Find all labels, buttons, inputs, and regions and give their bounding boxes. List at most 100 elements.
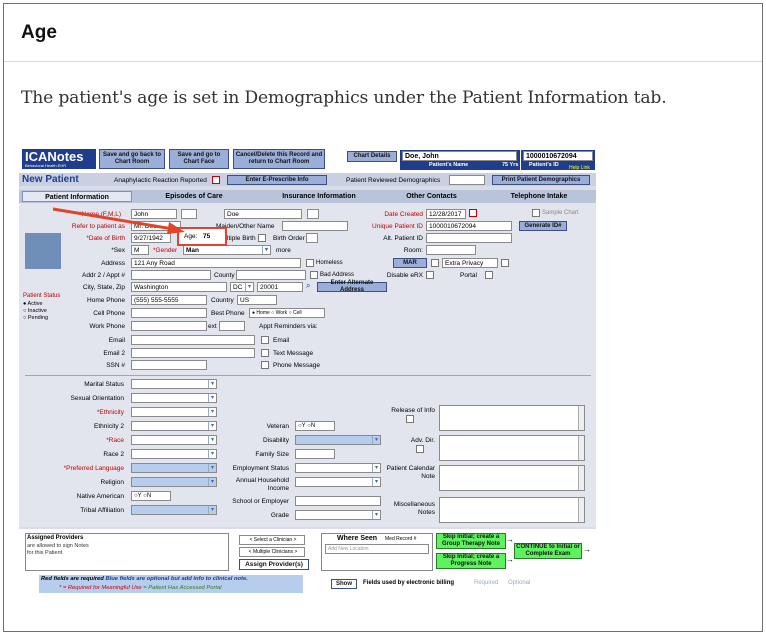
reminder-email-checkbox[interactable] xyxy=(261,336,269,344)
cancel-delete-button[interactable]: Cancel/Delete this Record and return to … xyxy=(233,149,325,169)
status-pending[interactable]: ○ Pending xyxy=(23,315,48,321)
last-name-field[interactable]: Doe xyxy=(224,209,302,219)
city-field[interactable]: Washington xyxy=(131,282,227,292)
skip-progress-note-button[interactable]: Skip Initial; create a Progress Note xyxy=(436,553,506,569)
tab-episodes-of-care[interactable]: Episodes of Care xyxy=(139,191,249,202)
ethnicity2-label: Ethnicity 2 xyxy=(94,423,124,430)
adv-dir-checkbox[interactable] xyxy=(416,445,424,453)
anaphylactic-checkbox[interactable] xyxy=(212,176,220,184)
county-field[interactable] xyxy=(236,270,306,280)
continue-button[interactable]: CONTINUE to Initial or Complete Exam xyxy=(514,543,582,559)
address-field[interactable]: 121 Any Road xyxy=(131,258,301,268)
employment-select[interactable]: ▾ xyxy=(295,463,381,473)
adv-dir-textarea[interactable] xyxy=(439,435,585,461)
maiden-field[interactable] xyxy=(282,221,348,231)
country-field[interactable]: US xyxy=(237,295,277,305)
home-phone-field[interactable]: (555) 555-5555 xyxy=(131,295,207,305)
school-field[interactable] xyxy=(295,496,381,506)
tab-insurance-information[interactable]: Insurance Information xyxy=(259,191,379,202)
language-select[interactable]: ▾ xyxy=(131,463,217,473)
chart-details-button[interactable]: Chart Details xyxy=(347,151,397,162)
tribal-select[interactable]: ▾ xyxy=(131,505,217,515)
ethnicity2-select[interactable]: ▾ xyxy=(131,421,217,431)
religion-select[interactable]: ▾ xyxy=(131,477,217,487)
orientation-label: Sexual Orientation xyxy=(70,395,124,402)
reviewed-field[interactable] xyxy=(449,175,485,185)
disable-erx-checkbox[interactable] xyxy=(426,271,434,279)
release-textarea[interactable] xyxy=(439,405,585,431)
cell-phone-field[interactable] xyxy=(131,308,207,318)
add-location-field[interactable]: Add New Location xyxy=(325,544,429,554)
release-checkbox[interactable] xyxy=(406,415,414,423)
homeless-checkbox[interactable] xyxy=(306,259,314,267)
disability-select[interactable]: ▾ xyxy=(295,435,381,445)
room-field[interactable] xyxy=(426,245,476,255)
show-button[interactable]: Show xyxy=(331,579,357,589)
assign-provider-button[interactable]: Assign Provider(s) xyxy=(239,559,309,570)
best-phone-radio[interactable]: ● Home ○ Work ○ Cell xyxy=(249,308,325,318)
alt-id-field[interactable] xyxy=(426,233,512,243)
birth-order-field[interactable] xyxy=(306,233,318,243)
misc-notes-textarea[interactable] xyxy=(439,497,585,523)
save-back-button[interactable]: Save and go back to Chart Room xyxy=(99,149,165,169)
addr2-field[interactable] xyxy=(131,270,211,280)
race-select[interactable]: ▾ xyxy=(131,435,217,445)
select-clinician[interactable]: < Select a Clinician > xyxy=(239,535,305,545)
scrollbar[interactable] xyxy=(578,498,584,522)
unique-id-field[interactable]: 1000010672094 xyxy=(426,221,512,231)
grade-select[interactable]: ▾ xyxy=(295,510,381,520)
work-phone-field[interactable] xyxy=(131,321,207,331)
multiple-clinicians[interactable]: < Multiple Clinicians > xyxy=(239,547,305,557)
date-created-field[interactable]: 12/28/2017 xyxy=(426,209,466,219)
skip-group-therapy-button[interactable]: Skip Initial; create a Group Therapy Not… xyxy=(436,533,506,549)
portal-checkbox[interactable] xyxy=(485,271,493,279)
zip-field[interactable]: 20001 xyxy=(257,282,303,292)
family-size-field[interactable] xyxy=(295,449,335,459)
suffix-field[interactable] xyxy=(307,209,319,219)
reminder-phone-checkbox[interactable] xyxy=(261,361,269,369)
mar-button[interactable]: MAR xyxy=(393,258,427,268)
marital-select[interactable]: ▾ xyxy=(131,379,217,389)
calendar-note-textarea[interactable] xyxy=(439,465,585,491)
scrollbar[interactable] xyxy=(578,436,584,460)
generate-id-button[interactable]: Generate ID# xyxy=(519,221,567,231)
multiple-birth-checkbox[interactable] xyxy=(258,234,266,242)
extra-privacy-field[interactable]: Extra Privacy xyxy=(442,258,498,268)
sex-field[interactable]: M xyxy=(131,245,149,255)
ethnicity-select[interactable]: ▾ xyxy=(131,407,217,417)
help-link[interactable]: Help Link xyxy=(569,165,590,171)
ext-field[interactable] xyxy=(219,321,245,331)
tab-patient-information[interactable]: Patient Information xyxy=(22,191,132,202)
ssn-field[interactable] xyxy=(131,360,207,370)
form-title: New Patient xyxy=(22,174,79,185)
extra-privacy-checkbox[interactable] xyxy=(501,259,509,267)
eprescribe-button[interactable]: Enter E-Prescribe Info xyxy=(227,175,327,185)
email-field[interactable] xyxy=(131,335,255,345)
ext-label: ext xyxy=(208,323,217,330)
bad-address-checkbox[interactable] xyxy=(310,271,318,279)
alternate-address-button[interactable]: Enter Alternate Address xyxy=(317,280,387,293)
patient-photo[interactable] xyxy=(25,233,61,269)
calendar-icon[interactable] xyxy=(469,209,477,217)
status-active[interactable]: ● Active xyxy=(23,301,43,307)
save-chart-face-button[interactable]: Save and go to Chart Face xyxy=(169,149,229,169)
print-demographics-button[interactable]: Print Patient Demographics xyxy=(492,175,590,185)
state-field[interactable]: DC ▾ xyxy=(230,282,254,292)
scrollbar[interactable] xyxy=(578,406,584,430)
tab-other-contacts[interactable]: Other Contacts xyxy=(384,191,479,202)
tab-telephone-intake[interactable]: Telephone Intake xyxy=(489,191,589,202)
income-select[interactable]: ▾ xyxy=(295,477,381,487)
reminder-text-checkbox[interactable] xyxy=(261,349,269,357)
mar-checkbox[interactable] xyxy=(431,259,439,267)
more-link[interactable]: more xyxy=(276,247,291,254)
veteran-radio[interactable]: ○Y ○N xyxy=(295,421,335,431)
race2-select[interactable]: ▾ xyxy=(131,449,217,459)
gender-select[interactable]: Man ▾ xyxy=(183,245,271,255)
status-inactive[interactable]: ○ Inactive xyxy=(23,308,47,314)
orientation-select[interactable]: ▾ xyxy=(131,393,217,403)
sample-chart-checkbox[interactable] xyxy=(532,209,540,217)
native-american-radio[interactable]: ○Y ○N xyxy=(131,491,171,501)
search-icon[interactable]: ⌕ xyxy=(306,281,310,291)
scrollbar[interactable] xyxy=(578,466,584,490)
email2-field[interactable] xyxy=(131,348,255,358)
